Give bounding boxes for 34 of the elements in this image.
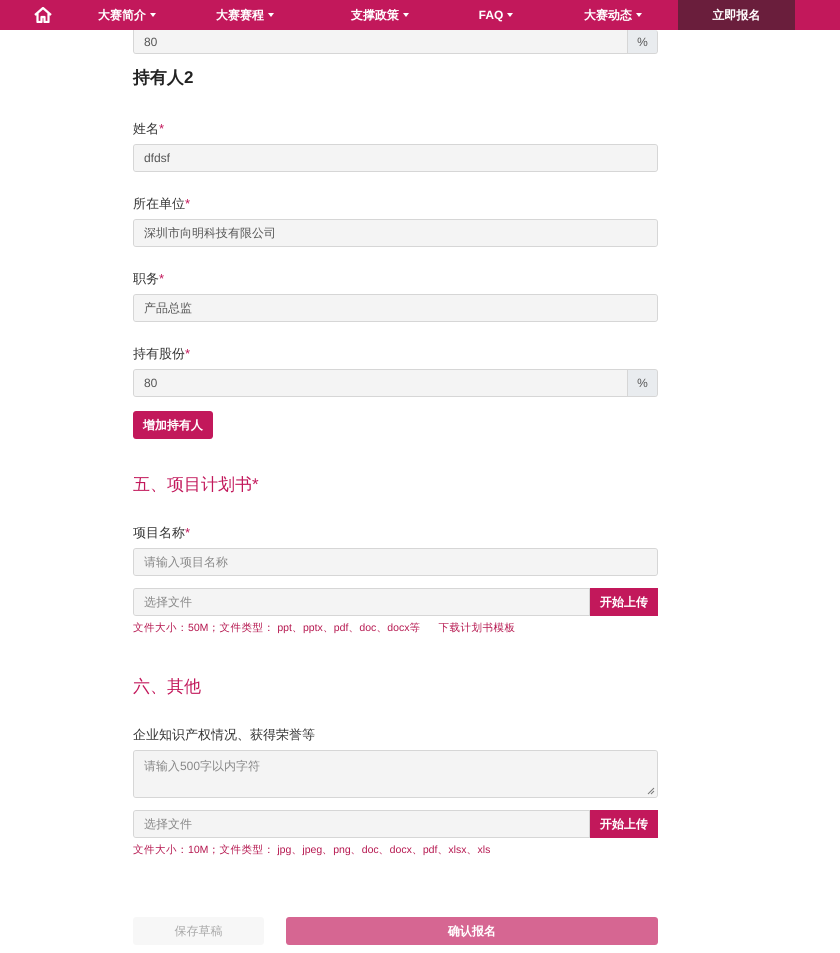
input-field[interactable]: dfdsf (133, 144, 658, 172)
section-title: 六、其他 (133, 677, 202, 697)
field-label: 职务* (133, 271, 166, 286)
holder-title: 持有人2 (133, 69, 194, 87)
percent-addon: % (628, 369, 658, 397)
file-input-field[interactable]: 选择文件 (133, 588, 590, 616)
input-field[interactable]: 深圳市向明科技有限公司 (133, 219, 658, 247)
upload-button[interactable]: 开始上传 (590, 588, 658, 616)
input-field[interactable]: 请输入项目名称 (133, 548, 658, 576)
section-title: 五、项目计划书* (133, 475, 260, 495)
textarea-field[interactable]: 请输入500字以内字符 (133, 750, 658, 798)
template-download-link[interactable]: 下载计划书模板 (438, 621, 516, 635)
nav-menu-item[interactable]: 大赛动态 (554, 0, 672, 30)
add-holder-button[interactable]: 增加持有人 (133, 411, 213, 439)
nav-menu-item[interactable]: 大赛赛程 (168, 0, 322, 30)
input-field[interactable]: 80 (133, 30, 628, 54)
upload-button[interactable]: 开始上传 (590, 810, 658, 838)
field-label: 企业知识产权情况、获得荣誉等 (133, 727, 316, 742)
file-input-field[interactable]: 选择文件 (133, 810, 590, 838)
field-label: 所在单位* (133, 196, 192, 211)
nav-menu-item[interactable]: 支撑政策 (322, 0, 438, 30)
field-label: 姓名* (133, 121, 166, 136)
register-link[interactable]: 立即报名 (678, 0, 795, 30)
input-field[interactable]: 产品总监 (133, 294, 658, 322)
field-label: 项目名称* (133, 525, 192, 540)
file-hint: 文件大小：50M；文件类型： ppt、pptx、pdf、doc、docx等 (133, 621, 420, 635)
percent-addon: % (628, 30, 658, 54)
nav-menu-item[interactable]: FAQ (438, 0, 554, 30)
nav-menu-item[interactable]: 大赛简介 (86, 0, 168, 30)
file-hint: 文件大小：10M；文件类型： jpg、jpeg、png、doc、docx、pdf、xlsx、xls (133, 843, 490, 857)
input-field[interactable]: 80 (133, 369, 628, 397)
resize-grip-icon (647, 787, 655, 795)
home-icon (34, 7, 52, 23)
field-label: 持有股份* (133, 346, 192, 361)
